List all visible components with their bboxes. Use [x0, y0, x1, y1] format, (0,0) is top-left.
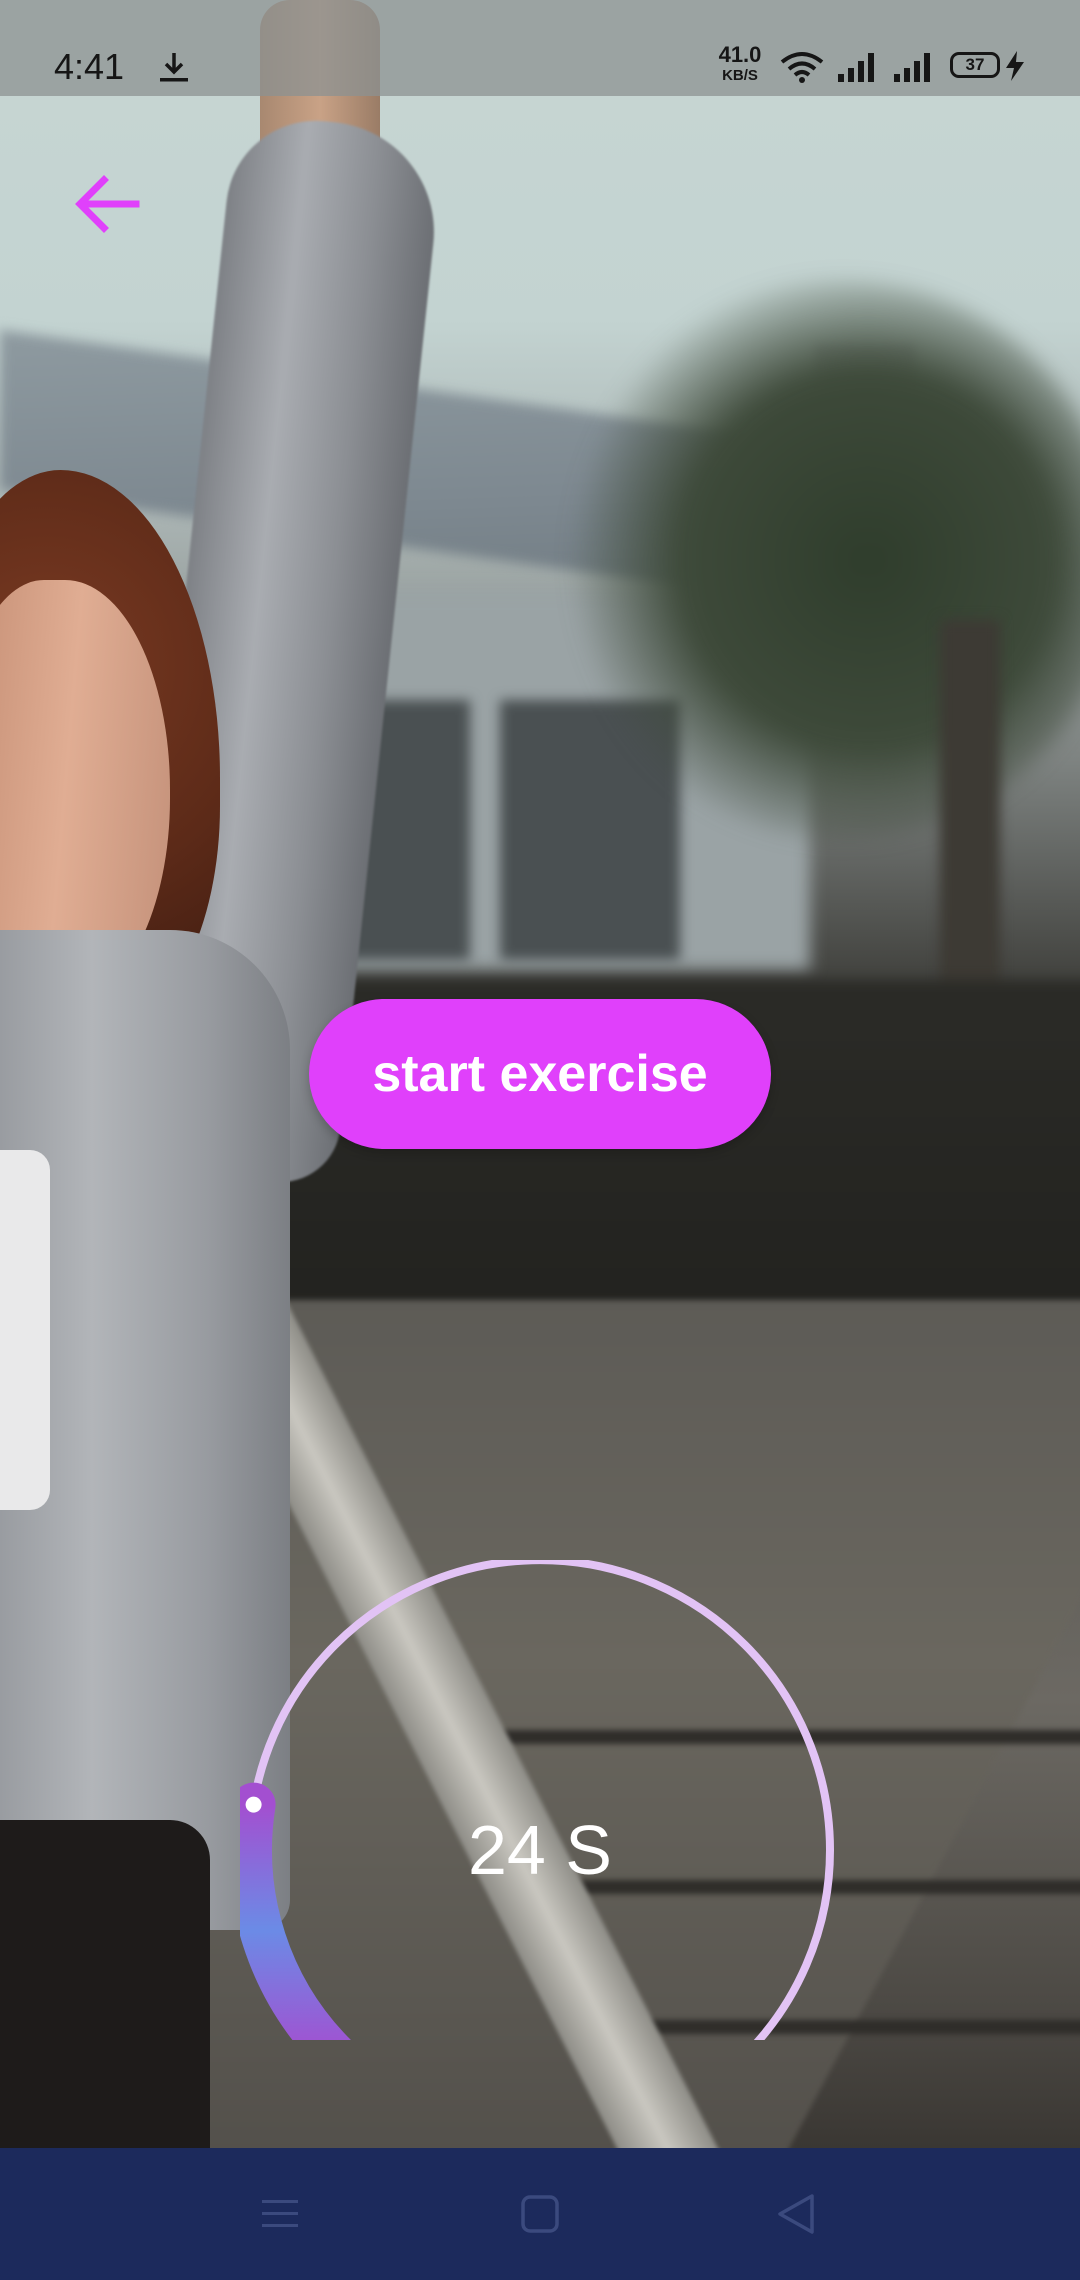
- photo-shirt: [0, 1150, 50, 1510]
- status-bar: 4:41 41.0 KB/S 37: [0, 0, 1080, 96]
- signal-bars-icon: [836, 50, 880, 84]
- download-icon: [156, 50, 192, 84]
- photo-leggings: [0, 1820, 210, 2148]
- lightning-bolt-icon: [1004, 50, 1026, 82]
- network-speed-value: 41.0: [718, 42, 762, 67]
- arrow-left-icon: [62, 160, 152, 250]
- square-home-icon[interactable]: [508, 2182, 572, 2246]
- timer-ring: [240, 1560, 834, 2040]
- system-nav-bar: [0, 2148, 1080, 2280]
- triangle-back-icon[interactable]: [764, 2182, 828, 2246]
- back-button[interactable]: [62, 160, 152, 250]
- wifi-icon: [780, 50, 824, 84]
- battery-level: 37: [950, 52, 1000, 78]
- menu-lines-icon[interactable]: [248, 2182, 312, 2246]
- timer-seconds-label: 24 S: [468, 1811, 612, 1889]
- photo-tree-trunk: [940, 620, 1000, 1000]
- exercise-screen: 4:41 41.0 KB/S 37 start exercise 24 S: [0, 0, 1080, 2280]
- network-speed-unit: KB/S: [722, 67, 758, 84]
- start-exercise-button[interactable]: start exercise: [309, 999, 771, 1149]
- signal-bars-icon: [892, 50, 936, 84]
- countdown-timer: 24 S: [240, 1560, 840, 2040]
- network-speed: 41.0 KB/S: [712, 42, 768, 84]
- status-time: 4:41: [54, 46, 125, 87]
- timer-track: [246, 1560, 834, 2040]
